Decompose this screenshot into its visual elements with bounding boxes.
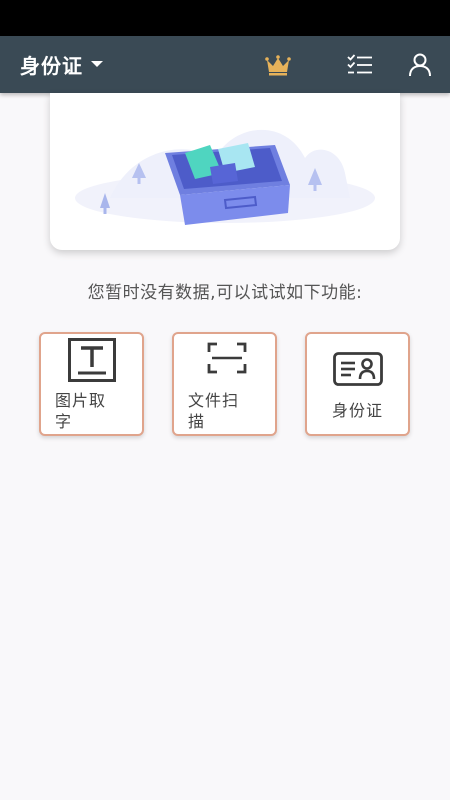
user-icon[interactable] xyxy=(406,51,434,79)
document-scan-button[interactable]: 文件扫描 xyxy=(172,332,277,436)
image-text-recognition-button[interactable]: 图片取字 xyxy=(39,332,144,436)
empty-state-message: 您暂时没有数据,可以试试如下功能: xyxy=(87,283,363,303)
id-card-button[interactable]: 身份证 xyxy=(305,332,410,436)
tile-label: 图片取字 xyxy=(55,391,107,431)
checklist-icon[interactable] xyxy=(346,51,374,79)
tile-label: 文件扫描 xyxy=(188,391,240,431)
empty-box-illustration xyxy=(50,93,400,250)
status-bar xyxy=(0,0,450,36)
document-type-selector[interactable]: 身份证 xyxy=(20,50,103,78)
tile-label: 身份证 xyxy=(331,401,383,420)
scan-frame-icon xyxy=(207,342,247,374)
crown-icon[interactable] xyxy=(264,51,292,79)
app-bar: 身份证 xyxy=(0,36,450,93)
id-card-icon xyxy=(333,352,383,386)
app-title: 身份证 xyxy=(20,53,83,78)
text-recognition-icon xyxy=(68,338,116,382)
caret-down-icon xyxy=(91,61,103,67)
